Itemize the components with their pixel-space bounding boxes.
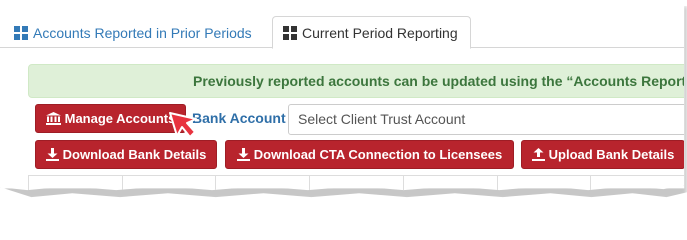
download-bank-details-button[interactable]: Download Bank Details — [35, 140, 217, 169]
manage-accounts-button[interactable]: Manage Accounts — [35, 104, 186, 133]
tab-current-period-label: Current Period Reporting — [302, 24, 458, 41]
download-bank-details-label: Download Bank Details — [62, 147, 207, 162]
download-icon — [236, 148, 250, 161]
manage-accounts-label: Manage Accounts — [64, 111, 176, 126]
upload-bank-details-button[interactable]: Upload Bank Details — [521, 140, 684, 169]
screenshot-frame: Accounts Reported in Prior Periods Curre… — [0, 0, 684, 191]
tab-current-period[interactable]: Current Period Reporting — [272, 16, 471, 49]
upload-bank-details-label: Upload Bank Details — [548, 147, 675, 162]
grid-icon — [283, 25, 297, 40]
tab-prior-periods[interactable]: Accounts Reported in Prior Periods — [14, 16, 252, 49]
download-cta-connection-button[interactable]: Download CTA Connection to Licensees — [225, 140, 514, 169]
upload-icon — [531, 148, 545, 161]
grid-icon — [14, 25, 28, 40]
bank-account-select[interactable]: Select Client Trust Account — [288, 104, 684, 135]
pointer-arrow-icon — [169, 112, 197, 138]
bank-icon — [45, 112, 61, 125]
download-icon — [45, 148, 59, 161]
tab-prior-periods-label: Accounts Reported in Prior Periods — [33, 24, 252, 41]
bank-account-label: Bank Account — [192, 110, 286, 126]
tab-bar: Accounts Reported in Prior Periods Curre… — [0, 0, 684, 49]
info-alert: Previously reported accounts can be upda… — [28, 64, 684, 98]
download-cta-connection-label: Download CTA Connection to Licensees — [253, 147, 503, 162]
